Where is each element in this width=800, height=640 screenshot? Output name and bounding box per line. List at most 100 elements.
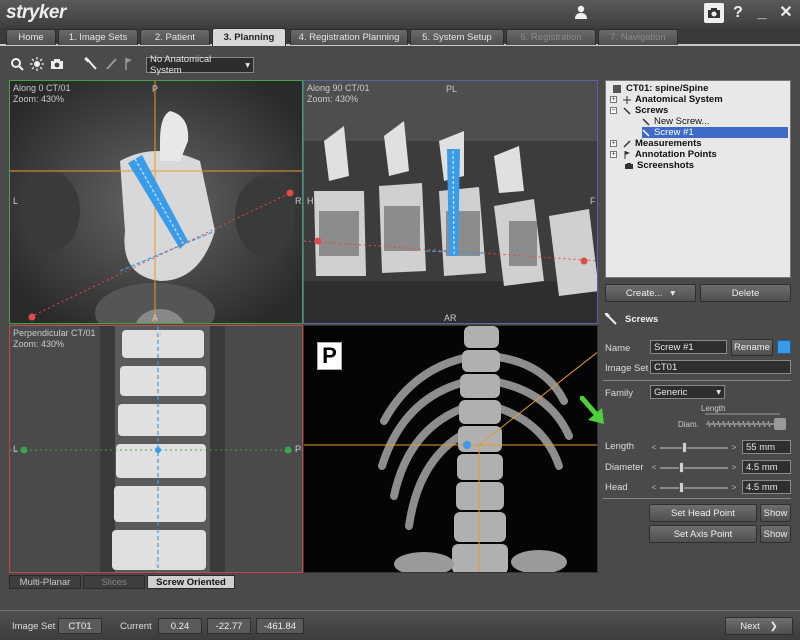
- orientation-cube[interactable]: P: [317, 342, 342, 370]
- head-slider[interactable]: < >: [650, 482, 738, 494]
- show-head-button[interactable]: Show: [760, 504, 791, 522]
- tree-item-new-screw[interactable]: New Screw...: [642, 116, 709, 127]
- sagittal-orient-left: H: [307, 196, 314, 206]
- footer-image-set-label: Image Set: [12, 621, 56, 632]
- perpendicular-ct-image: [10, 326, 302, 572]
- next-button[interactable]: Next ❯: [725, 617, 793, 635]
- sagittal-orient-right: F: [590, 196, 596, 206]
- slider-knob[interactable]: [678, 482, 684, 493]
- screenshot-camera-icon[interactable]: [704, 3, 724, 23]
- set-axis-point-button[interactable]: Set Axis Point: [649, 525, 757, 543]
- screw-icon: [623, 106, 631, 115]
- chevron-down-icon: ▾: [716, 386, 721, 398]
- tab-multi-planar[interactable]: Multi-Planar: [9, 575, 81, 589]
- tab-registration-planning[interactable]: 4. Registration Planning: [290, 29, 408, 45]
- tree-item-screenshots[interactable]: Screenshots: [625, 160, 694, 171]
- delete-button[interactable]: Delete: [700, 284, 791, 302]
- status-bar: Image Set CT01 Current 0.24 -22.77 -461.…: [0, 610, 800, 640]
- expand-icon[interactable]: +: [610, 140, 617, 147]
- minimize-icon[interactable]: _: [752, 3, 772, 23]
- screw-tool-icon[interactable]: [84, 57, 98, 71]
- axial-view[interactable]: Along 0 CT/01 Zoom: 430% P L R A: [9, 80, 303, 324]
- volume-view[interactable]: P: [303, 325, 598, 573]
- workflow-tabs: Home 1. Image Sets 2. Patient 3. Plannin…: [0, 28, 800, 46]
- sagittal-view[interactable]: Along 90 CT/01 Zoom: 430% PL H F AR: [303, 80, 598, 324]
- axial-view-title: Along 0 CT/01: [13, 83, 71, 93]
- green-arrow-icon: [580, 396, 604, 424]
- tab-slices[interactable]: Slices: [83, 575, 145, 589]
- tab-screw-oriented[interactable]: Screw Oriented: [147, 575, 235, 589]
- tree-root[interactable]: CT01: spine/Spine: [612, 83, 708, 94]
- help-icon[interactable]: ?: [728, 3, 748, 23]
- length-value-field[interactable]: 55 mm: [742, 440, 791, 454]
- sagittal-orient-top: PL: [446, 84, 458, 94]
- title-bar: stryker ? _ ✕: [0, 0, 800, 28]
- anatomical-system-select[interactable]: No Anatomical System ▾: [146, 54, 254, 76]
- sagittal-ct-image: [304, 81, 597, 323]
- camera-icon: [625, 162, 633, 169]
- family-label: Family: [605, 388, 633, 399]
- perpendicular-view-title: Perpendicular CT/01: [13, 328, 96, 338]
- family-select[interactable]: Generic ▾: [650, 385, 725, 399]
- tree-item-measurements[interactable]: + Measurements: [610, 138, 702, 149]
- axial-zoom-label: Zoom: 430%: [13, 94, 65, 104]
- sagittal-view-title: Along 90 CT/01: [307, 83, 370, 93]
- tree-item-label: Screws: [635, 105, 669, 116]
- tree-root-label: CT01: spine/Spine: [626, 83, 709, 94]
- tab-image-sets[interactable]: 1. Image Sets: [58, 29, 138, 45]
- increase-icon[interactable]: >: [730, 443, 738, 453]
- tree-item-label: Annotation Points: [635, 149, 717, 160]
- perpendicular-zoom-label: Zoom: 430%: [13, 339, 65, 349]
- screw-color-swatch[interactable]: [777, 340, 791, 354]
- decrease-icon[interactable]: <: [650, 483, 658, 493]
- expand-icon[interactable]: +: [610, 96, 617, 103]
- perpendicular-orient-top: H: [155, 329, 162, 339]
- axial-orient-left: L: [13, 196, 19, 206]
- diameter-slider[interactable]: < >: [650, 462, 738, 474]
- zoom-icon[interactable]: [10, 57, 24, 71]
- screw-tool-icon: [605, 313, 617, 325]
- tab-navigation[interactable]: 7. Navigation: [598, 29, 678, 45]
- increase-icon[interactable]: >: [730, 483, 738, 493]
- decrease-icon[interactable]: <: [650, 443, 658, 453]
- perpendicular-orient-right: P: [295, 444, 302, 454]
- decrease-icon[interactable]: <: [650, 463, 658, 473]
- tab-patient[interactable]: 2. Patient: [140, 29, 210, 45]
- camera-icon[interactable]: [50, 57, 64, 71]
- brightness-icon[interactable]: [30, 57, 44, 71]
- perpendicular-view[interactable]: Perpendicular CT/01 Zoom: 430% H L P F: [9, 325, 303, 573]
- collapse-icon[interactable]: −: [610, 107, 617, 114]
- axial-orient-bottom: A: [152, 313, 159, 323]
- user-icon[interactable]: [575, 5, 587, 19]
- dataset-icon: [613, 84, 621, 93]
- increase-icon[interactable]: >: [730, 463, 738, 473]
- volume-spine-render: [304, 326, 597, 572]
- set-head-point-button[interactable]: Set Head Point: [649, 504, 757, 522]
- tree-item-anatomical[interactable]: + Anatomical System: [610, 94, 723, 105]
- screws-panel-title: Screws: [605, 313, 658, 325]
- tab-home[interactable]: Home: [6, 29, 56, 45]
- create-button[interactable]: Create... ▾: [605, 284, 696, 302]
- expand-icon[interactable]: +: [610, 151, 617, 158]
- tab-system-setup[interactable]: 5. System Setup: [410, 29, 504, 45]
- show-axis-button[interactable]: Show: [760, 525, 791, 543]
- slider-knob[interactable]: [682, 442, 688, 453]
- tree-item-annotation[interactable]: + Annotation Points: [610, 149, 717, 160]
- measure-icon: [623, 139, 631, 148]
- rename-button[interactable]: Rename: [731, 339, 773, 356]
- coord-z: -461.84: [256, 618, 304, 634]
- length-slider[interactable]: < >: [650, 442, 738, 454]
- chevron-right-icon: ❯: [769, 620, 778, 632]
- diameter-value-field[interactable]: 4.5 mm: [742, 460, 791, 474]
- tab-registration[interactable]: 6. Registration: [506, 29, 596, 45]
- head-value-field[interactable]: 4.5 mm: [742, 480, 791, 494]
- slider-track: [660, 487, 728, 489]
- screw-name-field[interactable]: Screw #1: [650, 340, 727, 354]
- tree-item-screw-1[interactable]: Screw #1: [642, 127, 788, 138]
- flag-tool-icon[interactable]: [122, 57, 136, 71]
- tree-item-screws[interactable]: − Screws: [610, 105, 668, 116]
- tab-planning[interactable]: 3. Planning: [212, 28, 286, 46]
- pen-tool-icon[interactable]: [104, 57, 118, 71]
- slider-knob[interactable]: [678, 462, 684, 473]
- close-icon[interactable]: ✕: [776, 3, 796, 23]
